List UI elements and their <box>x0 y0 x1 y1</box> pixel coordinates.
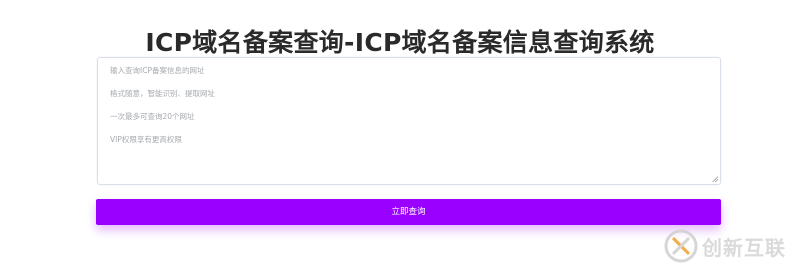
resize-handle-icon[interactable] <box>712 176 718 182</box>
page-title: ICP域名备案查询-ICP域名备案信息查询系统 <box>145 27 655 57</box>
placeholder-line-2: 格式随意，智能识别、提取网址 <box>110 89 215 98</box>
placeholder-line-3: 一次最多可查询20个网址 <box>110 112 195 121</box>
placeholder-line-1: 输入查询ICP备案信息的网址 <box>110 66 205 75</box>
submit-query-button[interactable]: 立即查询 <box>96 199 721 225</box>
url-query-textarea[interactable]: 输入查询ICP备案信息的网址 格式随意，智能识别、提取网址 一次最多可查询20个… <box>97 57 721 185</box>
brand-logo-icon <box>664 229 698 263</box>
watermark: 创新互联 <box>664 229 786 263</box>
watermark-text: 创新互联 <box>702 235 786 260</box>
placeholder-line-4: VIP权限享有更高权限 <box>110 135 182 144</box>
